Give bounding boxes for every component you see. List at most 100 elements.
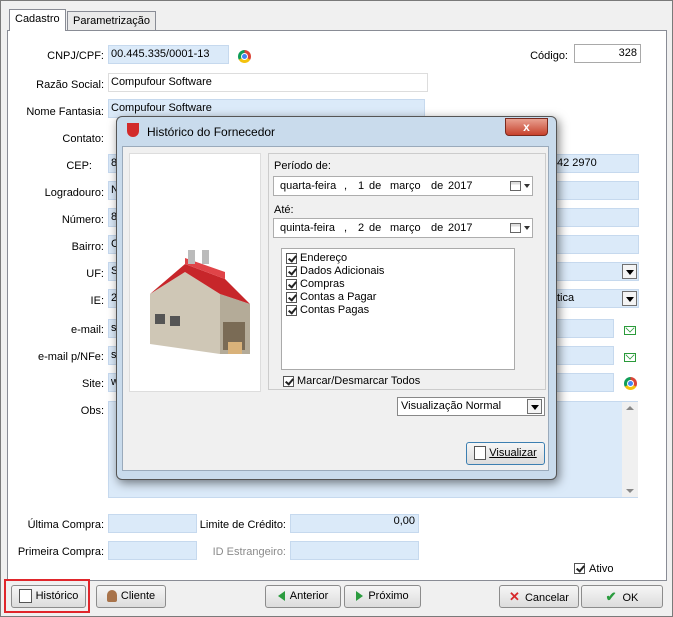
scroll-up-icon[interactable] <box>626 406 634 410</box>
arrow-left-icon <box>277 591 285 602</box>
chevron-down-icon[interactable] <box>527 399 542 414</box>
to-weekday: quinta-feira <box>280 222 336 234</box>
cnpj-field[interactable]: 00.445.335/0001-13 <box>108 45 229 64</box>
from-de: de <box>369 180 382 192</box>
option-label: Dados Adicionais <box>300 265 385 277</box>
ativo-checkbox[interactable] <box>574 563 585 574</box>
scroll-down-icon[interactable] <box>626 489 634 493</box>
codigo-label: Código: <box>530 50 568 62</box>
calendar-icon[interactable] <box>510 223 521 233</box>
id-estrangeiro-label: ID Estrangeiro: <box>212 546 286 558</box>
obs-scrollbar[interactable] <box>622 402 638 497</box>
view-mode-select[interactable]: Visualização Normal <box>397 397 545 416</box>
option-label: Contas Pagas <box>300 304 370 316</box>
contato-label: Contato: <box>62 133 104 145</box>
from-day: 1 <box>358 180 365 192</box>
email-nfe-right-field[interactable] <box>554 346 614 365</box>
option-label: Compras <box>300 278 345 290</box>
logradouro-label: Logradouro: <box>44 187 104 199</box>
toggle-all-checkbox[interactable] <box>283 376 294 387</box>
chevron-down-icon[interactable] <box>524 226 530 230</box>
dialog-title: Histórico do Fornecedor <box>147 125 276 139</box>
cancelar-button-label: Cancelar <box>524 592 569 604</box>
limite-credito-label: Limite de Crédito: <box>199 519 286 531</box>
uf-label: UF: <box>86 268 104 280</box>
option-checkbox-dados-adicionais[interactable] <box>286 266 297 277</box>
periodo-label: Período de: <box>274 160 331 172</box>
numero-label: Número: <box>61 214 104 226</box>
filters-group: Período de: quarta-feira , 1 de março de… <box>268 153 546 390</box>
tab-cadastro[interactable]: Cadastro <box>9 9 66 31</box>
option-checkbox-contas-a-pagar[interactable] <box>286 292 297 303</box>
sections-checklist: Endereço Dados Adicionais Compras Contas… <box>281 248 515 370</box>
primeira-compra-label: Primeira Compra: <box>17 546 104 558</box>
email-right-field[interactable] <box>554 319 614 338</box>
chevron-down-icon[interactable] <box>524 184 530 188</box>
primeira-compra-field[interactable] <box>108 541 197 560</box>
to-de: de <box>369 222 382 234</box>
visualizar-button-label: Visualizar <box>489 447 537 459</box>
bairro-label: Bairro: <box>71 241 104 253</box>
ultima-compra-label: Última Compra: <box>27 519 104 531</box>
cliente-button-label: Cliente <box>120 590 156 602</box>
from-year: 2017 <box>448 180 473 192</box>
telefone-field[interactable]: 42 2970 <box>554 154 639 173</box>
email-label: e-mail: <box>70 324 104 336</box>
cep-label: CEP: <box>66 160 92 172</box>
to-year: 2017 <box>448 222 473 234</box>
ok-button[interactable]: ✔ OK <box>581 585 663 608</box>
option-checkbox-contas-pagas[interactable] <box>286 305 297 316</box>
app-logo-icon <box>127 123 139 137</box>
proximo-button[interactable]: Próximo <box>344 585 421 608</box>
chevron-down-icon[interactable] <box>622 291 637 306</box>
dialog-body: Período de: quarta-feira , 1 de março de… <box>122 146 549 471</box>
historico-button[interactable]: Histórico <box>11 585 86 608</box>
ate-label: Até: <box>274 204 294 216</box>
chrome-icon[interactable] <box>238 50 251 63</box>
ie-label: IE: <box>90 295 104 307</box>
numero-right-field[interactable] <box>554 208 639 227</box>
bairro-right-field[interactable] <box>554 235 639 254</box>
codigo-field[interactable]: 328 <box>574 44 641 63</box>
chevron-down-icon[interactable] <box>622 264 637 279</box>
person-icon <box>106 590 117 603</box>
historico-dialog: Histórico do Fornecedor x Período de: qu… <box>116 116 557 480</box>
ultima-compra-field[interactable] <box>108 514 197 533</box>
ok-button-label: OK <box>622 592 639 604</box>
envelope-icon[interactable] <box>624 326 636 335</box>
anterior-button[interactable]: Anterior <box>265 585 341 608</box>
tab-parametrizacao[interactable]: Parametrização <box>67 11 157 30</box>
anterior-button-label: Anterior <box>289 590 329 602</box>
historico-button-label: Histórico <box>35 590 79 602</box>
view-mode-value: Visualização Normal <box>401 400 502 412</box>
arrow-right-icon <box>356 591 364 602</box>
site-right-field[interactable] <box>554 373 614 392</box>
close-button[interactable]: x <box>505 118 548 136</box>
complemento-field[interactable] <box>554 181 639 200</box>
date-from-picker[interactable]: quarta-feira , 1 de março de 2017 <box>273 176 533 196</box>
calendar-icon[interactable] <box>510 181 521 191</box>
from-weekday: quarta-feira <box>280 180 337 192</box>
option-checkbox-compras[interactable] <box>286 279 297 290</box>
to-sep: , <box>344 222 348 234</box>
id-estrangeiro-field[interactable] <box>290 541 419 560</box>
cnpj-label: CNPJ/CPF: <box>47 50 104 62</box>
razao-social-field[interactable]: Compufour Software <box>108 73 428 92</box>
limite-credito-field[interactable]: 0,00 <box>290 514 419 533</box>
to-de2: de <box>431 222 444 234</box>
from-month: março <box>390 180 421 192</box>
nome-fantasia-label: Nome Fantasia: <box>26 106 104 118</box>
cancelar-button[interactable]: ✕ Cancelar <box>499 585 579 608</box>
cliente-button[interactable]: Cliente <box>96 585 166 608</box>
date-to-picker[interactable]: quinta-feira , 2 de março de 2017 <box>273 218 533 238</box>
chrome-icon[interactable] <box>624 377 637 390</box>
option-checkbox-endereco[interactable] <box>286 253 297 264</box>
to-month: março <box>390 222 421 234</box>
ativo-label: Ativo <box>589 563 614 575</box>
site-label: Site: <box>81 378 104 390</box>
visualizar-button[interactable]: Visualizar <box>466 442 545 465</box>
email-nfe-label: e-mail p/NFe: <box>37 351 104 363</box>
from-sep: , <box>344 180 348 192</box>
option-label: Contas a Pagar <box>300 291 377 303</box>
envelope-icon[interactable] <box>624 353 636 362</box>
